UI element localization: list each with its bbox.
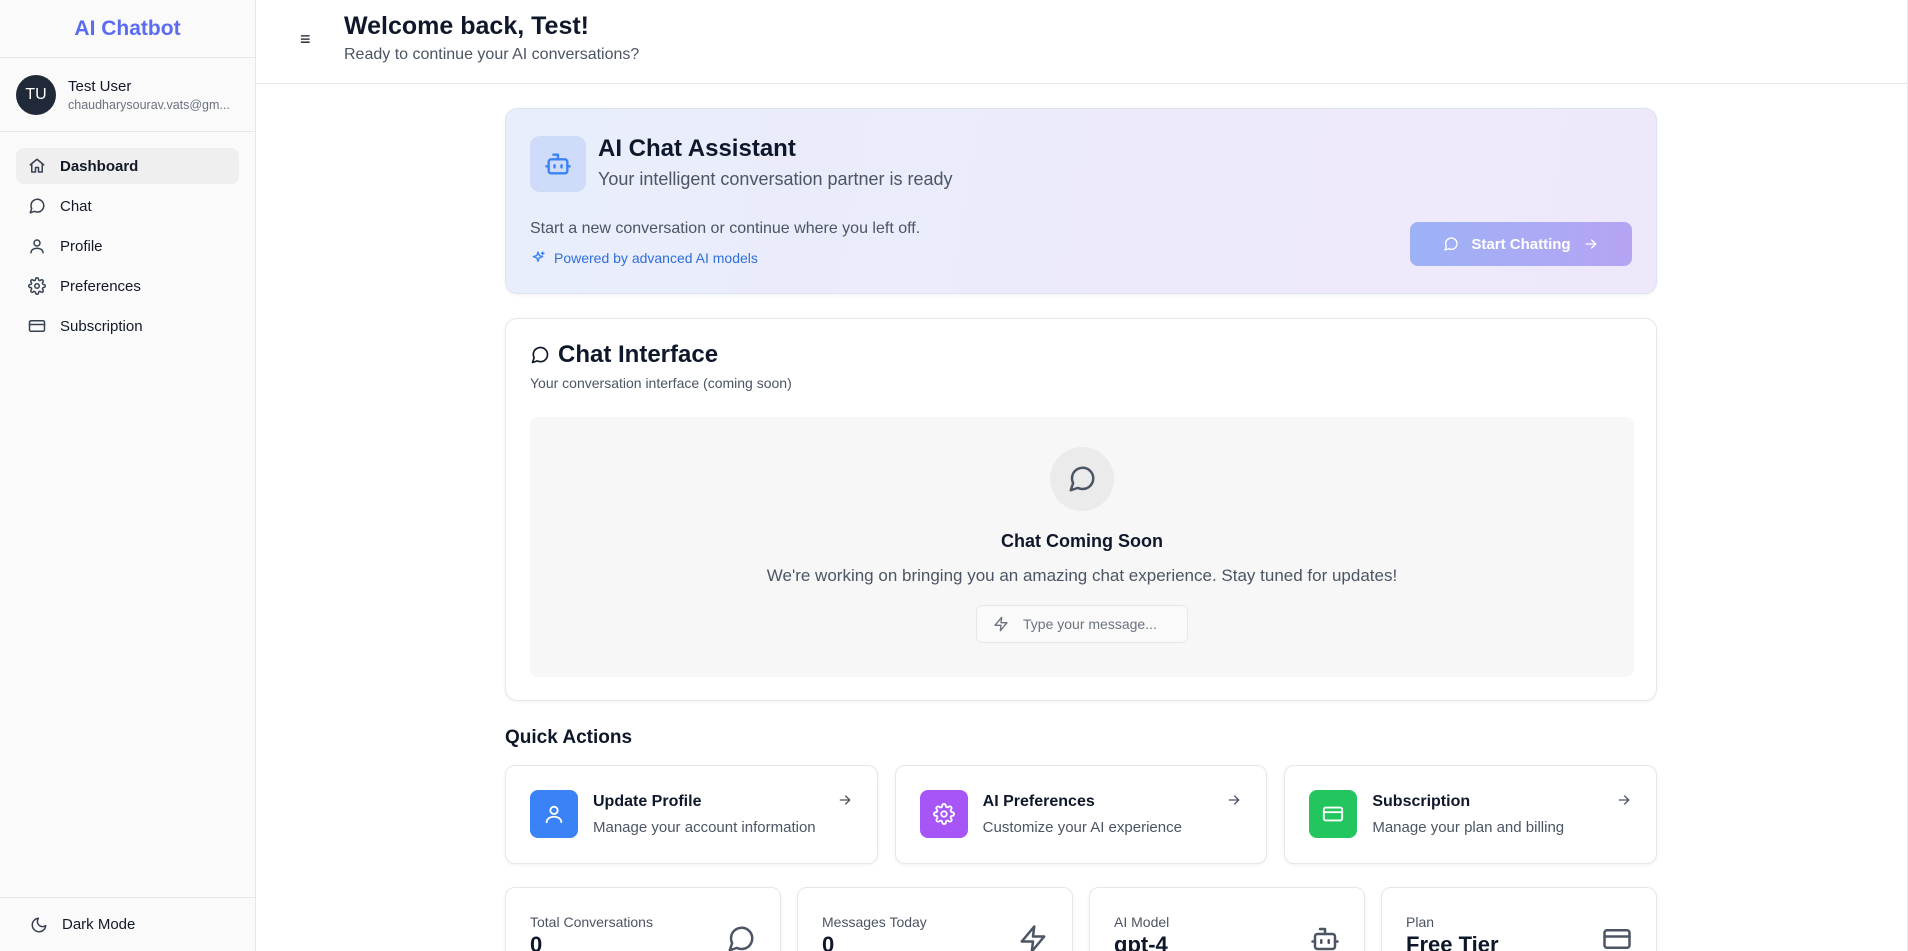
- message-circle-icon: [726, 924, 756, 951]
- arrow-right-icon: [1616, 792, 1632, 808]
- message-input[interactable]: Type your message...: [976, 605, 1188, 643]
- sidebar: AI Chatbot TU Test User chaudharysourav.…: [0, 0, 256, 951]
- quick-action-update-profile[interactable]: Update Profile Manage your account infor…: [505, 765, 878, 864]
- start-chatting-button[interactable]: Start Chatting: [1410, 222, 1632, 266]
- main-content: AI Chat Assistant Your intelligent conve…: [505, 108, 1658, 951]
- qa-name: Update Profile: [593, 793, 702, 810]
- stat-plan: Plan Free Tier: [1381, 887, 1657, 951]
- start-chatting-label: Start Chatting: [1471, 235, 1571, 253]
- powered-by: Powered by advanced AI models: [530, 250, 758, 266]
- moon-icon: [31, 917, 47, 932]
- zap-icon: [1018, 924, 1048, 951]
- coming-soon-title: Chat Coming Soon: [1001, 531, 1163, 551]
- bot-icon: [545, 153, 571, 175]
- quick-actions-row: Update Profile Manage your account infor…: [505, 765, 1658, 864]
- chat-bubble-badge: [1050, 447, 1114, 511]
- stat-value: Free Tier: [1406, 932, 1499, 951]
- sidebar-item-label: Preferences: [60, 277, 141, 295]
- stats-row: Total Conversations 0 Messages Today 0 A…: [505, 887, 1657, 951]
- qa-name: Subscription: [1372, 793, 1471, 810]
- menu-icon[interactable]: ≡: [300, 30, 320, 48]
- stat-label: Plan: [1406, 914, 1435, 930]
- sidebar-item-preferences[interactable]: Preferences: [16, 268, 239, 304]
- user-card[interactable]: TU Test User chaudharysourav.vats@gm...: [0, 58, 255, 132]
- sidebar-item-label: Subscription: [60, 317, 143, 335]
- sidebar-item-profile[interactable]: Profile: [16, 228, 239, 264]
- sidebar-item-chat[interactable]: Chat: [16, 188, 239, 224]
- qa-icon-badge: [1309, 790, 1358, 838]
- sidebar-item-dashboard[interactable]: Dashboard: [16, 148, 239, 184]
- hero-subtitle: Your intelligent conversation partner is…: [598, 169, 953, 189]
- arrow-right-icon: [1585, 239, 1596, 249]
- user-icon: [30, 239, 44, 254]
- credit-card-icon: [28, 320, 46, 332]
- quick-action-ai-preferences[interactable]: AI Preferences Customize your AI experie…: [894, 765, 1268, 864]
- chat-title: Chat Interface: [530, 341, 718, 369]
- stat-label: AI Model: [1114, 914, 1170, 930]
- sidebar-item-label: Dashboard: [60, 157, 139, 175]
- stat-total-conversations: Total Conversations 0: [505, 887, 781, 951]
- gear-icon: [28, 277, 46, 295]
- avatar: TU: [16, 74, 56, 115]
- hero-title: AI Chat Assistant: [598, 135, 796, 162]
- qa-description: Manage your account information: [593, 819, 816, 836]
- qa-description: Customize your AI experience: [982, 819, 1182, 836]
- page-subtitle: Ready to continue your AI conversations?: [344, 46, 640, 63]
- arrow-right-icon: [837, 792, 853, 808]
- brand-logo-text[interactable]: AI Chatbot: [74, 17, 180, 41]
- user-name: Test User: [68, 77, 132, 95]
- qa-name: AI Preferences: [982, 793, 1095, 810]
- page-header: ≡ Welcome back, Test! Ready to continue …: [256, 0, 1908, 84]
- chat-description: Your conversation interface (coming soon…: [530, 375, 792, 391]
- chat-placeholder-area: Chat Coming Soon We're working on bringi…: [530, 417, 1634, 677]
- powered-by-text: Powered by advanced AI models: [554, 250, 758, 266]
- sidebar-nav: Dashboard Chat Profile Preferences Subsc…: [0, 132, 255, 344]
- home-icon: [29, 158, 45, 173]
- dark-mode-toggle[interactable]: Dark Mode: [0, 897, 255, 951]
- quick-actions-title: Quick Actions: [505, 727, 633, 748]
- stat-label: Total Conversations: [530, 914, 653, 930]
- ai-assistant-card: AI Chat Assistant Your intelligent conve…: [505, 108, 1657, 294]
- credit-card-icon: [1323, 806, 1344, 822]
- stat-messages-today: Messages Today 0: [797, 887, 1073, 951]
- bot-icon: [1310, 924, 1340, 951]
- sidebar-item-label: Profile: [60, 237, 103, 255]
- stat-ai-model: AI Model gpt-4: [1089, 887, 1365, 951]
- chat-interface-card: Chat Interface Your conversation interfa…: [505, 318, 1657, 701]
- sidebar-item-label: Chat: [60, 197, 92, 215]
- stat-label: Messages Today: [822, 914, 927, 930]
- qa-icon-badge: [919, 790, 968, 838]
- qa-description: Manage your plan and billing: [1372, 819, 1565, 836]
- bot-icon-badge: [530, 136, 586, 192]
- credit-card-icon: [1602, 924, 1632, 951]
- hero-description: Start a new conversation or continue whe…: [530, 220, 921, 237]
- quick-action-subscription[interactable]: Subscription Manage your plan and billin…: [1284, 765, 1658, 864]
- stat-value: 0: [530, 932, 543, 951]
- dark-mode-label: Dark Mode: [62, 916, 136, 933]
- user-info: Test User chaudharysourav.vats@gm...: [68, 78, 236, 112]
- brand-header: AI Chatbot: [0, 0, 255, 58]
- sidebar-item-subscription[interactable]: Subscription: [16, 308, 239, 344]
- page-title: Welcome back, Test!: [344, 12, 589, 40]
- message-input-placeholder: Type your message...: [1023, 616, 1157, 632]
- coming-soon-description: We're working on bringing you an amazing…: [766, 566, 1398, 585]
- user-email: chaudharysourav.vats@gm...: [68, 97, 230, 112]
- arrow-right-icon: [1226, 792, 1242, 808]
- user-icon: [545, 805, 563, 824]
- sparkles-icon: [532, 251, 545, 262]
- message-circle-icon: [531, 346, 549, 364]
- message-circle-icon: [1444, 237, 1459, 251]
- stat-value: 0: [822, 932, 835, 951]
- chat-title-text: Chat Interface: [558, 341, 719, 368]
- qa-icon-badge: [530, 790, 578, 838]
- message-circle-icon: [29, 198, 45, 214]
- message-circle-icon: [1069, 466, 1095, 492]
- stat-value: gpt-4: [1114, 932, 1168, 951]
- gear-icon: [932, 803, 955, 825]
- zap-icon: [994, 616, 1008, 632]
